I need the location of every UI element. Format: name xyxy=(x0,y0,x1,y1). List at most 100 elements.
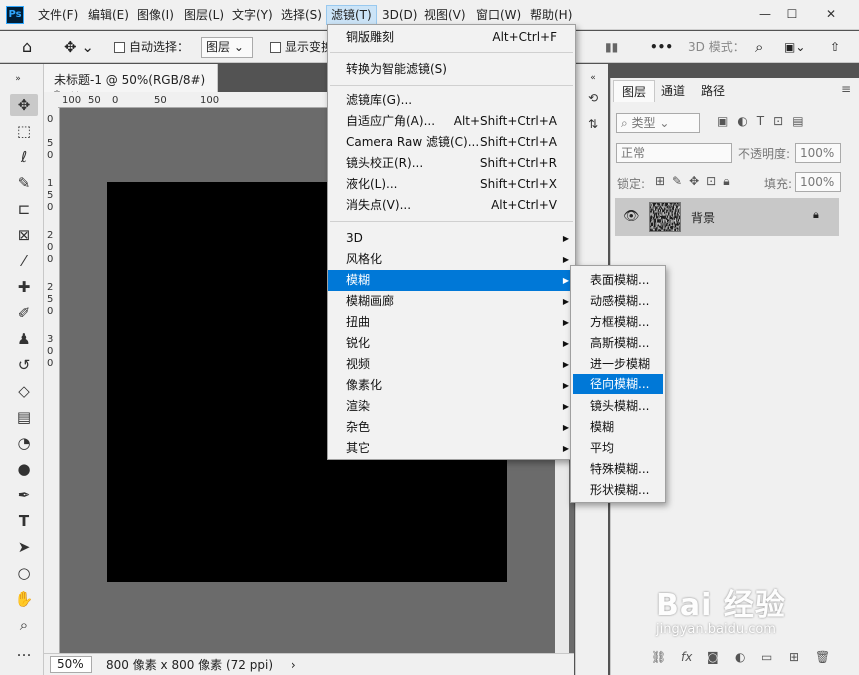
zoom-tool-icon[interactable]: ⌕ xyxy=(10,614,38,636)
menu-item-pixelate[interactable]: 像素化 ▶ xyxy=(328,375,575,396)
menu-window[interactable]: 窗口(W) xyxy=(472,6,525,24)
history-brush-tool-icon[interactable]: ↺ xyxy=(10,354,38,376)
quick-select-tool-icon[interactable]: ✎ xyxy=(10,172,38,194)
menu-item-lens-correction[interactable]: 镜头校正(R)... Shift+Ctrl+R xyxy=(328,153,575,174)
menu-filter[interactable]: 滤镜(T) xyxy=(326,5,377,25)
vertical-ruler[interactable]: 0 5 0 1 5 0 2 0 0 2 5 0 3 0 0 xyxy=(44,108,60,658)
document-info[interactable]: 800 像素 x 800 像素 (72 ppi) › xyxy=(106,657,296,673)
menu-item-adaptive-wide-angle[interactable]: 自适应广角(A)... Alt+Shift+Ctrl+A xyxy=(328,111,575,132)
menu-item-video[interactable]: 视频 ▶ xyxy=(328,354,575,375)
hand-tool-icon[interactable]: ✋ xyxy=(10,588,38,610)
menu-item-blur-gallery[interactable]: 模糊画廊 ▶ xyxy=(328,291,575,312)
pen-tool-icon[interactable]: ✒ xyxy=(10,484,38,506)
layer-row[interactable]: 👁︎ 背景 🔒︎ xyxy=(615,198,839,236)
close-window-icon[interactable]: ✕ xyxy=(818,3,844,25)
home-icon[interactable]: ⌂ xyxy=(22,37,32,57)
blur-tool-icon[interactable]: ◔ xyxy=(10,432,38,454)
menu-help[interactable]: 帮助(H) xyxy=(526,6,576,24)
fill-input[interactable]: 100% xyxy=(795,172,841,192)
menu-item-filter-gallery[interactable]: 滤镜库(G)... xyxy=(328,90,575,111)
layer-select[interactable]: 图层 ⌄ xyxy=(201,37,253,58)
move-tool-icon[interactable]: ✥ xyxy=(10,94,38,116)
dodge-tool-icon[interactable]: ● xyxy=(10,458,38,480)
gradient-tool-icon[interactable]: ▤ xyxy=(10,406,38,428)
edit-toolbar-icon[interactable]: … xyxy=(10,640,38,662)
layer-kind-filter[interactable]: ⌕ 类型 ⌄ xyxy=(616,113,700,133)
menu-layer[interactable]: 图层(L) xyxy=(180,6,228,24)
menu-item-other[interactable]: 其它 ▶ xyxy=(328,438,575,459)
menu-item-liquify[interactable]: 液化(L)... Shift+Ctrl+X xyxy=(328,174,575,195)
info-arrow-icon[interactable]: › xyxy=(291,658,296,672)
crop-tool-icon[interactable]: ⊏ xyxy=(10,198,38,220)
submenu-item-box-blur[interactable]: 方框模糊... xyxy=(573,312,663,332)
brush-tool-icon[interactable]: ✐ xyxy=(10,302,38,324)
delete-layer-icon[interactable]: 🗑︎ xyxy=(815,650,830,664)
share-icon[interactable]: ⇧ xyxy=(830,37,840,57)
adjustment-layer-icon[interactable]: ◐ xyxy=(735,650,745,664)
path-select-tool-icon[interactable]: ➤ xyxy=(10,536,38,558)
document-tab[interactable]: 未标题-1 @ 50%(RGB/8#) * × xyxy=(44,64,218,102)
blend-mode-select[interactable]: 正常 xyxy=(616,143,732,163)
eye-icon[interactable]: 👁︎ xyxy=(623,209,640,224)
link-layers-icon[interactable]: ⛓ xyxy=(651,650,666,664)
submenu-item-shape-blur[interactable]: 形状模糊... xyxy=(573,480,663,500)
new-group-icon[interactable]: ▭ xyxy=(761,650,772,664)
collapse-toolbar-icon[interactable]: » xyxy=(4,68,32,90)
menu-item-vanishing-point[interactable]: 消失点(V)... Alt+Ctrl+V xyxy=(328,195,575,216)
panel-menu-icon[interactable]: ≡ xyxy=(841,82,851,96)
submenu-item-blur[interactable]: 模糊 xyxy=(573,417,663,437)
clone-stamp-tool-icon[interactable]: ♟ xyxy=(10,328,38,350)
menu-item-mezzotint[interactable]: 铜版雕刻 Alt+Ctrl+F xyxy=(328,27,575,48)
frame-tool-icon[interactable]: ⊠ xyxy=(10,224,38,246)
tab-channels[interactable]: 通道 xyxy=(653,80,693,102)
menu-item-camera-raw[interactable]: Camera Raw 滤镜(C)... Shift+Ctrl+A xyxy=(328,132,575,153)
layer-filter-icons[interactable]: ▣◐T⊡▤ xyxy=(717,114,813,128)
tab-layers[interactable]: 图层 xyxy=(613,80,656,102)
expand-dock-icon[interactable]: « xyxy=(583,68,603,88)
eyedropper-tool-icon[interactable]: ⁄ xyxy=(10,250,38,272)
submenu-item-surface-blur[interactable]: 表面模糊... xyxy=(573,270,663,290)
eraser-tool-icon[interactable]: ◇ xyxy=(10,380,38,402)
menu-item-3d[interactable]: 3D ▶ xyxy=(328,228,575,249)
menu-3d[interactable]: 3D(D) xyxy=(378,6,421,24)
maximize-icon[interactable]: ☐ xyxy=(779,3,805,25)
menu-item-render[interactable]: 渲染 ▶ xyxy=(328,396,575,417)
properties-panel-icon[interactable]: ⇅ xyxy=(583,114,603,134)
minimize-icon[interactable]: — xyxy=(752,3,778,25)
menu-item-noise[interactable]: 杂色 ▶ xyxy=(328,417,575,438)
fx-icon[interactable]: fx xyxy=(681,650,692,664)
menu-item-blur[interactable]: 模糊 ▶ xyxy=(328,270,575,291)
submenu-item-blur-more[interactable]: 进一步模糊 xyxy=(573,354,663,374)
menu-item-sharpen[interactable]: 锐化 ▶ xyxy=(328,333,575,354)
menu-item-convert-smart-filters[interactable]: 转换为智能滤镜(S) xyxy=(328,59,575,80)
submenu-item-smart-blur[interactable]: 特殊模糊... xyxy=(573,459,663,479)
menu-edit[interactable]: 编辑(E) xyxy=(84,6,133,24)
tab-paths[interactable]: 路径 xyxy=(693,80,733,102)
menu-type[interactable]: 文字(Y) xyxy=(228,6,277,24)
healing-brush-tool-icon[interactable]: ✚ xyxy=(10,276,38,298)
marquee-tool-icon[interactable]: ⬚ xyxy=(10,120,38,142)
search-icon[interactable]: ⌕ xyxy=(755,37,763,57)
menu-item-stylize[interactable]: 风格化 ▶ xyxy=(328,249,575,270)
submenu-item-average[interactable]: 平均 xyxy=(573,438,663,458)
auto-select-checkbox[interactable]: 自动选择： xyxy=(114,37,189,57)
submenu-item-radial-blur[interactable]: 径向模糊... xyxy=(573,374,663,394)
menu-file[interactable]: 文件(F) xyxy=(34,6,82,24)
menu-select[interactable]: 选择(S) xyxy=(277,6,326,24)
new-layer-icon[interactable]: ⊞ xyxy=(789,650,799,664)
menu-item-distort[interactable]: 扭曲 ▶ xyxy=(328,312,575,333)
ellipse-tool-icon[interactable]: ○ xyxy=(10,562,38,584)
more-options-icon[interactable]: ••• xyxy=(650,37,673,57)
submenu-item-motion-blur[interactable]: 动感模糊... xyxy=(573,291,663,311)
submenu-item-gaussian-blur[interactable]: 高斯模糊... xyxy=(573,333,663,353)
workspace-icon[interactable]: ▣⌄ xyxy=(784,37,805,57)
add-mask-icon[interactable]: ◙ xyxy=(707,650,719,664)
align-icon[interactable]: ▮▮ xyxy=(605,37,618,57)
zoom-level-input[interactable]: 50% xyxy=(50,656,92,673)
menu-view[interactable]: 视图(V) xyxy=(420,6,470,24)
opacity-input[interactable]: 100% xyxy=(795,143,841,163)
lock-icons[interactable]: ⊞✎✥⊡🔒︎ xyxy=(655,174,737,189)
move-tool-preset-icon[interactable]: ✥ ⌄ xyxy=(64,37,94,57)
type-tool-icon[interactable]: T xyxy=(10,510,38,532)
menu-image[interactable]: 图像(I) xyxy=(133,6,178,24)
